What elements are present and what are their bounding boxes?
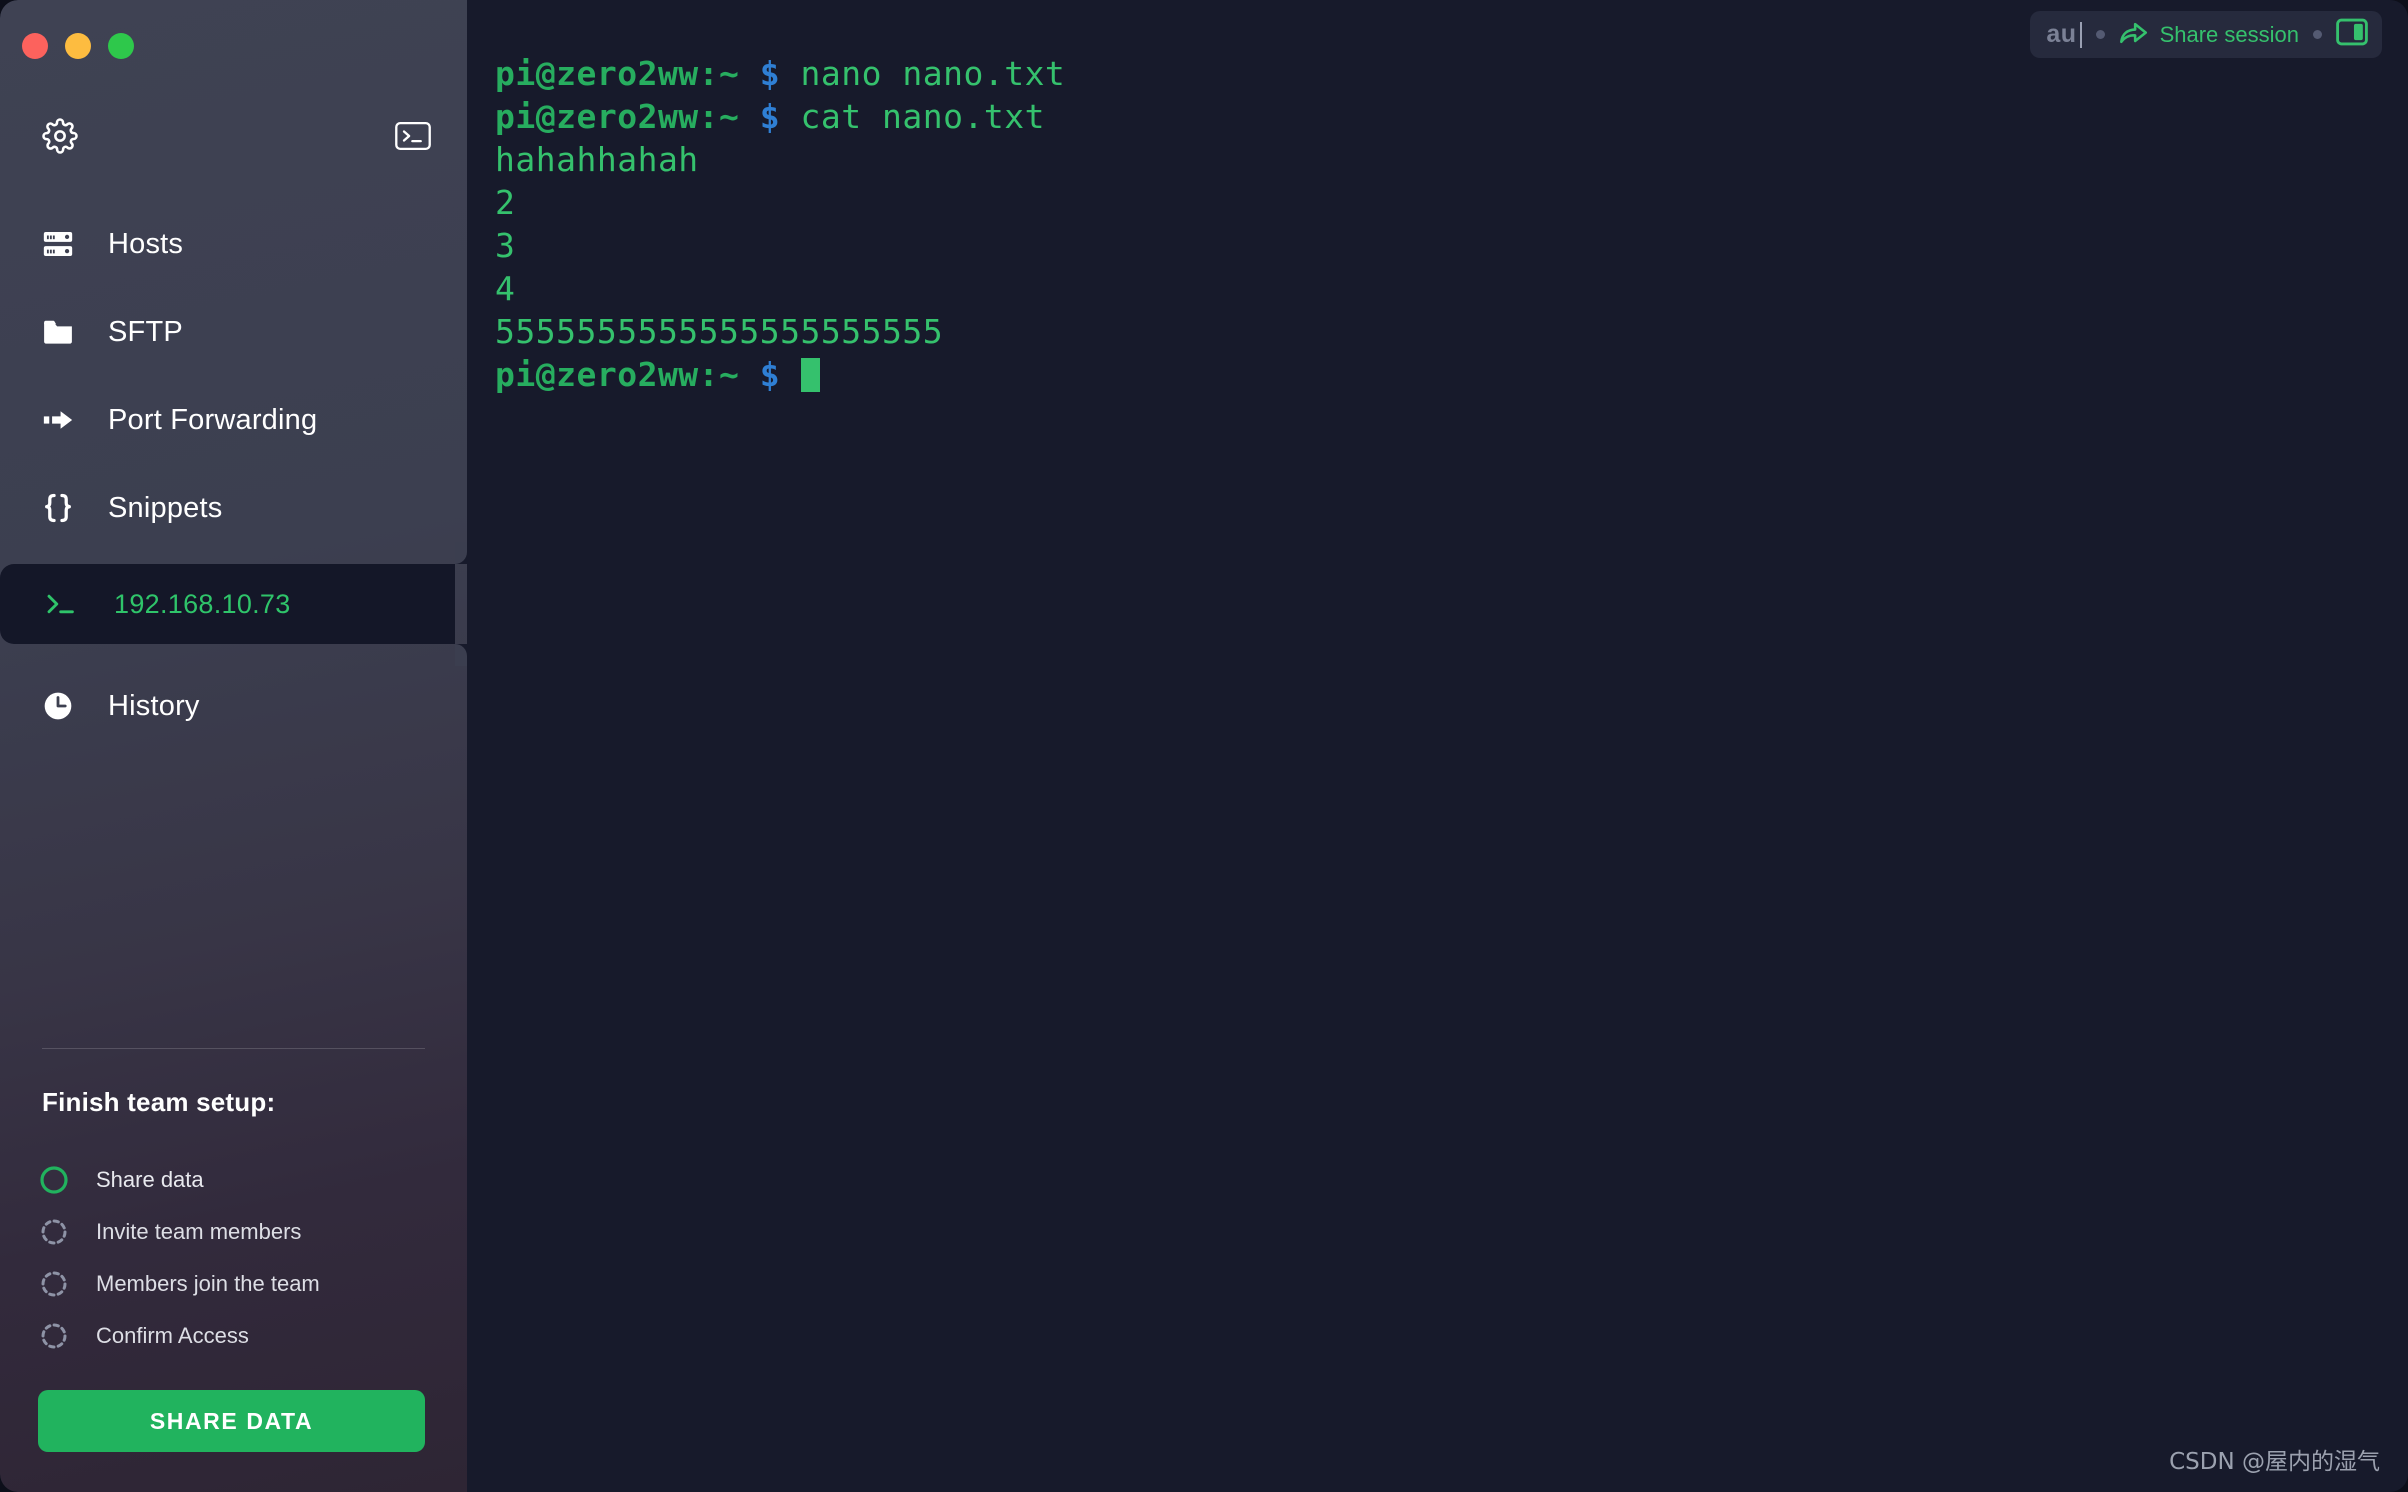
app-window: Hosts SFTP Port Forwarding Snippets 192.…	[0, 0, 2408, 1492]
sidebar-item-label: Port Forwarding	[108, 403, 318, 436]
watermark: CSDN @屋内的湿气	[2169, 1449, 2380, 1475]
team-step-label: Invite team members	[96, 1219, 302, 1244]
dashed-circle-icon	[38, 1268, 70, 1300]
team-step-label: Share data	[96, 1167, 204, 1192]
terminal-command: cat nano.txt	[780, 97, 1045, 136]
terminal-output-text: 5555555555555555555555	[495, 312, 944, 351]
terminal-prompt: pi@zero2ww:~	[495, 97, 760, 136]
active-session-label: 192.168.10.73	[114, 588, 291, 619]
terminal-line: 2	[495, 181, 2408, 224]
divider	[42, 1048, 425, 1049]
sidebar-item-label: Snippets	[108, 491, 223, 524]
dashed-circle-icon	[38, 1320, 70, 1352]
terminal-prompt-symbol: $	[759, 54, 781, 93]
team-setup-panel: Finish team setup: Share data Invite tea…	[0, 1048, 467, 1492]
terminal-line: pi@zero2ww:~ $	[495, 353, 2408, 396]
terminal-line: 3	[495, 224, 2408, 267]
dashed-circle-icon	[38, 1216, 70, 1248]
separator-dot	[2313, 30, 2322, 39]
sidebar-item-snippets[interactable]: Snippets	[0, 464, 467, 552]
sidebar-toolbar	[0, 92, 467, 180]
sidebar-item-history[interactable]: History	[0, 662, 467, 750]
sidebar-nav: Hosts SFTP Port Forwarding Snippets	[0, 180, 467, 552]
terminal-output: pi@zero2ww:~ $ nano nano.txt pi@zero2ww:~…	[495, 52, 2408, 396]
sidebar-history-group: History	[0, 644, 467, 750]
terminal-line: hahahhahah	[495, 138, 2408, 181]
share-session-label: Share session	[2159, 21, 2299, 47]
terminal-output-text: 2	[495, 183, 516, 222]
terminal-prompt-symbol: $	[759, 97, 781, 136]
arrow-forward-icon	[40, 405, 76, 435]
team-step-invite-members[interactable]: Invite team members	[38, 1206, 425, 1258]
minimize-window-button[interactable]	[65, 33, 91, 59]
sidebar-item-hosts[interactable]: Hosts	[0, 200, 467, 288]
sidebar-item-port-forwarding[interactable]: Port Forwarding	[0, 376, 467, 464]
separator-dot	[2095, 30, 2105, 39]
terminal-command: nano nano.txt	[780, 54, 1066, 93]
circle-outline-icon	[38, 1164, 70, 1196]
team-step-share-data[interactable]: Share data	[38, 1154, 425, 1206]
sidebar: Hosts SFTP Port Forwarding Snippets 192.…	[0, 0, 467, 1492]
autocomplete-value: au	[2046, 20, 2077, 48]
terminal-command	[780, 355, 800, 394]
gear-icon[interactable]	[42, 118, 78, 154]
folder-icon	[40, 315, 76, 349]
terminal-line: pi@zero2ww:~ $ nano nano.txt	[495, 52, 2408, 95]
share-arrow-icon	[2119, 19, 2149, 50]
sidebar-item-active-session[interactable]: 192.168.10.73	[0, 564, 455, 644]
terminal-icon[interactable]	[395, 121, 431, 151]
terminal-prompt: pi@zero2ww:~	[495, 54, 760, 93]
terminal-prompt-icon	[44, 591, 80, 617]
split-pane-button[interactable]	[2336, 18, 2368, 51]
team-step-members-join[interactable]: Members join the team	[38, 1258, 425, 1310]
clock-icon	[40, 690, 76, 722]
window-titlebar	[0, 0, 467, 92]
maximize-window-button[interactable]	[108, 33, 134, 59]
sidebar-item-label: History	[108, 689, 200, 722]
share-data-button[interactable]: SHARE DATA	[38, 1390, 425, 1452]
terminal-prompt: pi@zero2ww:~	[495, 355, 760, 394]
team-step-label: Members join the team	[96, 1271, 320, 1296]
text-caret	[2079, 21, 2082, 48]
terminal-line: pi@zero2ww:~ $ cat nano.txt	[495, 95, 2408, 138]
terminal-prompt-symbol: $	[759, 355, 781, 394]
split-pane-icon	[2336, 18, 2368, 51]
terminal-line: 5555555555555555555555	[495, 310, 2408, 353]
team-step-label: Confirm Access	[96, 1323, 249, 1348]
sidebar-item-sftp[interactable]: SFTP	[0, 288, 467, 376]
curly-braces-icon	[40, 491, 76, 525]
close-window-button[interactable]	[22, 33, 48, 59]
terminal-output-text: 3	[495, 226, 516, 265]
team-step-confirm-access[interactable]: Confirm Access	[38, 1310, 425, 1362]
terminal-output-text: hahahhahah	[495, 140, 699, 179]
share-session-button[interactable]: Share session	[2119, 19, 2299, 50]
terminal-cursor	[800, 358, 820, 392]
terminal-line: 4	[495, 267, 2408, 310]
session-toolbar: au Share session	[2030, 11, 2382, 58]
autocomplete-input[interactable]: au	[2046, 20, 2082, 49]
team-setup-title: Finish team setup:	[42, 1087, 276, 1117]
sidebar-item-label: SFTP	[108, 315, 183, 348]
sidebar-item-label: Hosts	[108, 227, 184, 260]
terminal-pane[interactable]: au Share session pi@zero2ww:~ $ nano nan…	[467, 0, 2408, 1492]
terminal-output-text: 4	[495, 269, 516, 308]
server-rack-icon	[40, 227, 76, 261]
